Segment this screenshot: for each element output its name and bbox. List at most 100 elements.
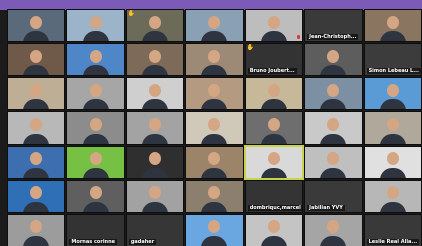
participant-video-body xyxy=(320,133,347,144)
participant-tile[interactable] xyxy=(125,111,185,145)
participant-tile[interactable] xyxy=(185,8,244,43)
participant-video-body xyxy=(320,99,347,110)
participant-tile[interactable]: Jabilian YVY xyxy=(304,179,363,213)
participant-tile[interactable] xyxy=(363,179,422,213)
participant-video-body xyxy=(201,133,228,144)
participant-video-face xyxy=(30,118,43,132)
participant-tile[interactable] xyxy=(244,77,304,111)
participant-tile[interactable]: Leslie Real Alla... xyxy=(363,213,422,246)
participant-tile[interactable] xyxy=(363,111,422,145)
participant-video-face xyxy=(149,15,162,29)
participant-tile[interactable]: Simon Lebeau L... xyxy=(363,43,422,77)
participant-tile[interactable] xyxy=(6,43,66,77)
participant-video-body xyxy=(23,167,50,178)
participant-video-face xyxy=(327,118,340,132)
participant-video-face xyxy=(89,49,102,63)
participant-tile[interactable] xyxy=(66,8,125,43)
participant-video-face xyxy=(89,152,102,166)
participant-video-face xyxy=(89,118,102,132)
participant-video-face xyxy=(267,83,280,97)
participant-tile[interactable]: ✋ xyxy=(125,8,185,43)
participant-tile[interactable] xyxy=(6,77,66,111)
participant-tile[interactable]: dombriquc,marcel xyxy=(244,179,304,213)
participant-tile[interactable] xyxy=(125,145,185,179)
participant-name: Jean-Christoph... xyxy=(307,34,359,41)
participant-video-body xyxy=(142,31,169,42)
participant-video-body xyxy=(201,167,228,178)
participant-video-face xyxy=(30,152,43,166)
participant-tile[interactable] xyxy=(243,144,305,180)
participant-tile[interactable] xyxy=(363,8,422,43)
participant-name: Simon Lebeau L... xyxy=(366,68,421,75)
participant-video-face xyxy=(30,220,43,234)
participant-tile[interactable] xyxy=(304,77,363,111)
participant-video-face xyxy=(386,152,399,166)
participant-video-face xyxy=(208,83,221,97)
participant-tile[interactable]: Jean-Christoph... xyxy=(304,8,363,43)
participant-tile[interactable] xyxy=(304,213,363,246)
participant-tile[interactable] xyxy=(6,145,66,179)
participant-tile[interactable] xyxy=(185,77,244,111)
participant-tile[interactable] xyxy=(6,179,66,213)
participant-tile[interactable] xyxy=(244,111,304,145)
participant-tile[interactable] xyxy=(244,8,304,43)
participant-tile[interactable] xyxy=(363,145,422,179)
participant-tile[interactable] xyxy=(125,77,185,111)
participant-video-body xyxy=(260,99,287,110)
participant-tile[interactable] xyxy=(66,179,125,213)
participant-tile[interactable]: gadaher xyxy=(125,213,185,246)
participant-tile[interactable]: ✋ Bruno Joubert... xyxy=(244,43,304,77)
participant-video-face xyxy=(89,186,102,200)
participant-tile[interactable] xyxy=(185,179,244,213)
participant-video-face xyxy=(267,220,280,234)
participant-tile[interactable] xyxy=(66,111,125,145)
participant-video-body xyxy=(201,235,228,246)
participant-tile[interactable]: Mornas corinne xyxy=(66,213,125,246)
participant-video-body xyxy=(201,201,228,212)
participant-video-face xyxy=(149,118,162,132)
participant-video-face xyxy=(149,186,162,200)
participant-video-face xyxy=(149,152,162,166)
participant-video-body xyxy=(23,99,50,110)
participant-video-body xyxy=(379,99,406,110)
participant-video-face xyxy=(208,49,221,63)
participant-gallery: ✋ Jean-Christoph... ✋ Bruno Joubert... Simon… xyxy=(6,8,422,246)
participant-tile[interactable] xyxy=(304,43,363,77)
participant-tile[interactable] xyxy=(66,43,125,77)
participant-video-body xyxy=(260,235,287,246)
participant-tile[interactable] xyxy=(6,213,66,246)
participant-video-body xyxy=(201,31,228,42)
participant-tile[interactable] xyxy=(185,43,244,77)
participant-tile[interactable] xyxy=(6,8,66,43)
participant-video-body xyxy=(320,65,347,76)
participant-tile[interactable] xyxy=(6,111,66,145)
participant-tile[interactable] xyxy=(185,111,244,145)
participant-video-face xyxy=(30,15,43,29)
participant-video-body xyxy=(82,133,109,144)
participant-video-face xyxy=(208,186,221,200)
participant-tile[interactable] xyxy=(66,77,125,111)
participant-video-body xyxy=(260,133,287,144)
participant-tile[interactable] xyxy=(185,145,244,179)
participant-video-face xyxy=(30,186,43,200)
participant-video-face xyxy=(327,152,340,166)
participant-video-body xyxy=(23,31,50,42)
participant-video-body xyxy=(379,31,406,42)
participant-video-face xyxy=(149,49,162,63)
participant-video-body xyxy=(23,201,50,212)
participant-tile[interactable] xyxy=(304,111,363,145)
participant-tile[interactable] xyxy=(125,179,185,213)
participant-video-body xyxy=(320,167,347,178)
participant-video-face xyxy=(267,118,280,132)
participant-tile[interactable] xyxy=(363,77,422,111)
participant-name: Jabilian YVY xyxy=(307,204,345,211)
participant-video-face xyxy=(327,220,340,234)
participant-video-body xyxy=(142,99,169,110)
participant-tile[interactable] xyxy=(125,43,185,77)
participant-tile[interactable] xyxy=(66,145,125,179)
participant-tile[interactable] xyxy=(185,213,244,246)
participant-video-body xyxy=(82,99,109,110)
participant-tile[interactable] xyxy=(244,213,304,246)
participant-name: dombriquc,marcel xyxy=(247,204,303,211)
participant-tile[interactable] xyxy=(304,145,363,179)
